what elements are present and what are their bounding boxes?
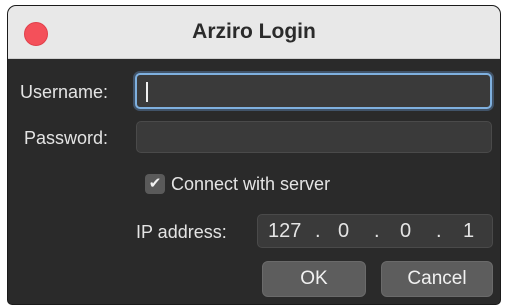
ip-separator: . (315, 220, 321, 242)
text-caret (146, 82, 148, 102)
ip-octet-1[interactable]: 127 (268, 220, 301, 243)
ip-octet-4[interactable]: 1 (463, 220, 474, 243)
ok-button[interactable]: OK (262, 261, 366, 297)
cancel-button[interactable]: Cancel (381, 261, 493, 297)
username-field[interactable] (135, 73, 492, 109)
ip-octet-3[interactable]: 0 (400, 220, 411, 243)
ip-separator: . (374, 220, 380, 242)
password-field[interactable] (136, 121, 492, 153)
ip-separator: . (436, 220, 442, 242)
connect-with-server-checkbox[interactable]: ✔ (145, 174, 165, 194)
ip-octet-2[interactable]: 0 (338, 220, 349, 243)
title-bar: Arziro Login (8, 6, 500, 59)
checkmark-icon: ✔ (148, 175, 162, 192)
window-title: Arziro Login (192, 20, 316, 43)
ip-address-label: IP address: (136, 222, 227, 242)
username-label: Username: (20, 82, 109, 102)
ip-address-field[interactable]: 127 . 0 . 0 . 1 (257, 214, 493, 248)
password-label: Password: (24, 128, 109, 148)
connect-with-server-label[interactable]: Connect with server (171, 174, 330, 195)
login-dialog: Arziro Login Username: Password: ✔ Conne… (8, 6, 500, 304)
